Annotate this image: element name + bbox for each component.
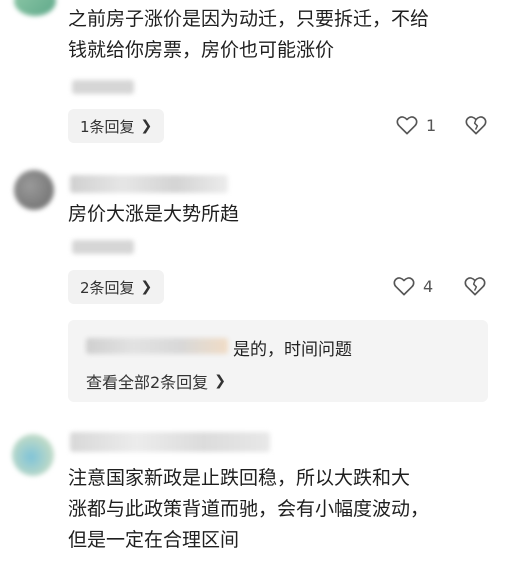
chevron-right-icon: ❯ bbox=[140, 118, 153, 134]
like-button[interactable]: 4 bbox=[393, 276, 433, 296]
broken-heart-icon bbox=[465, 116, 487, 135]
avatar[interactable] bbox=[12, 434, 54, 476]
like-count: 1 bbox=[426, 115, 437, 135]
dislike-button[interactable] bbox=[465, 115, 487, 135]
replies-button[interactable]: 2条回复 ❯ bbox=[68, 270, 165, 304]
like-button[interactable]: 1 bbox=[396, 115, 436, 135]
view-all-replies-link[interactable]: 查看全部2条回复 ❯ bbox=[86, 369, 226, 393]
comment-text-line: 之前房子涨价是因为动迁，只要拆迁，不给 bbox=[68, 8, 430, 30]
chevron-right-icon: ❯ bbox=[214, 373, 226, 389]
heart-outline-icon bbox=[396, 116, 418, 135]
comment-meta-blurred bbox=[72, 80, 134, 94]
username-blurred[interactable] bbox=[70, 432, 270, 452]
comment-meta-blurred bbox=[72, 240, 134, 254]
broken-heart-icon bbox=[464, 277, 486, 296]
view-all-replies-label: 查看全部2条回复 bbox=[86, 373, 209, 392]
comment-text-line: 涨都与此政策背道而驰，会有小幅度波动， bbox=[68, 498, 430, 520]
replies-button[interactable]: 1条回复 ❯ bbox=[68, 109, 165, 143]
replies-label: 2条回复 bbox=[80, 278, 135, 297]
avatar[interactable] bbox=[14, 170, 54, 210]
like-count: 4 bbox=[423, 276, 434, 296]
reply-username-blurred bbox=[86, 338, 228, 354]
replies-label: 1条回复 bbox=[80, 117, 135, 136]
comment-text-line: 但是一定在合理区间 bbox=[68, 529, 240, 551]
comment-text-line: 钱就给你房票，房价也可能涨价 bbox=[68, 39, 335, 61]
heart-outline-icon bbox=[393, 277, 415, 296]
reply-preview-text: 是的，时间问题 bbox=[233, 340, 352, 360]
dislike-button[interactable] bbox=[464, 276, 486, 296]
chevron-right-icon: ❯ bbox=[140, 279, 153, 295]
comment-text-line: 注意国家新政是止跌回稳，所以大跌和大 bbox=[68, 467, 411, 489]
avatar[interactable] bbox=[14, 0, 56, 16]
comment-text-line: 房价大涨是大势所趋 bbox=[68, 203, 240, 225]
username-blurred[interactable] bbox=[70, 175, 228, 193]
